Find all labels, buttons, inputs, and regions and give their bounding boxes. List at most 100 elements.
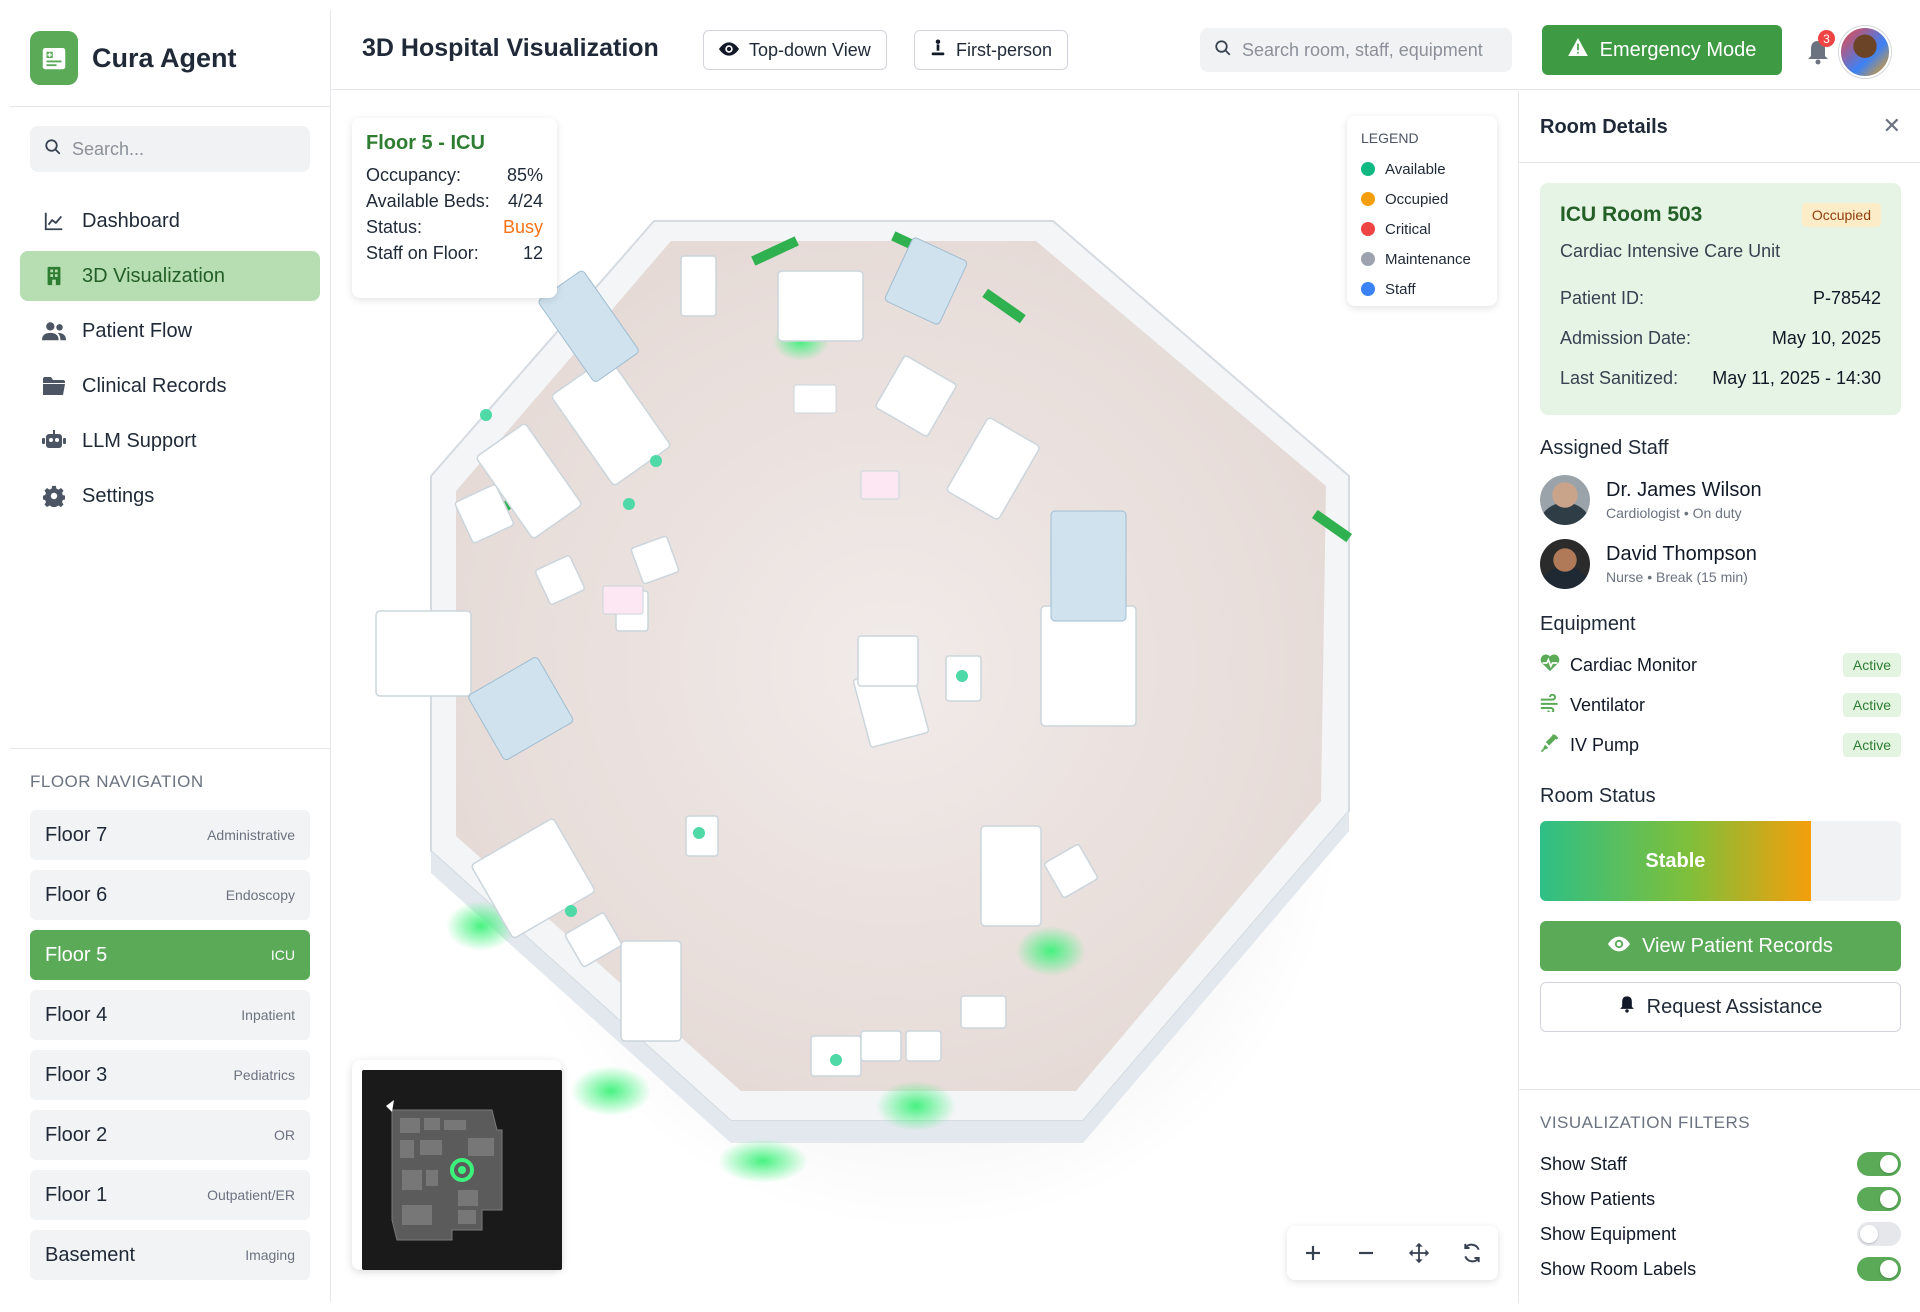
floor-type: OR bbox=[274, 1127, 295, 1143]
equipment-status-badge: Active bbox=[1842, 653, 1901, 677]
hospital-3d-view[interactable]: Floor 5 - ICU Occupancy: 85% Available Be… bbox=[331, 91, 1518, 1303]
show-equipment-toggle[interactable] bbox=[1857, 1222, 1901, 1246]
equipment-name: Cardiac Monitor bbox=[1570, 654, 1698, 675]
minimap[interactable] bbox=[352, 1060, 562, 1270]
nav-item-dashboard[interactable]: Dashboard bbox=[20, 196, 320, 246]
equipment-item[interactable]: Ventilator Active bbox=[1540, 688, 1901, 722]
users-icon bbox=[42, 319, 66, 343]
heart-pulse-icon bbox=[1540, 653, 1560, 677]
robot-icon bbox=[42, 429, 66, 453]
user-avatar[interactable] bbox=[1839, 26, 1891, 78]
admission-date-row: Admission Date: May 10, 2025 bbox=[1560, 318, 1881, 358]
occupancy-row: Occupancy: 85% bbox=[366, 165, 543, 186]
zoom-in-icon[interactable] bbox=[1295, 1235, 1331, 1271]
floor-type: Outpatient/ER bbox=[207, 1187, 295, 1203]
view-patient-records-button[interactable]: View Patient Records bbox=[1540, 921, 1901, 971]
first-person-label: First-person bbox=[956, 39, 1053, 60]
room-status-title: Room Status bbox=[1540, 785, 1656, 807]
nav-label: Clinical Records bbox=[82, 374, 227, 397]
equipment-item[interactable]: Cardiac Monitor Active bbox=[1540, 648, 1901, 682]
visualization-filters-title: VISUALIZATION FILTERS bbox=[1540, 1113, 1751, 1132]
sidebar-search-input[interactable]: Search... bbox=[30, 126, 310, 172]
floor-button-basement[interactable]: Basement Imaging bbox=[30, 1230, 310, 1280]
nav-label: Patient Flow bbox=[82, 319, 193, 342]
floor-button-2[interactable]: Floor 2 OR bbox=[30, 1110, 310, 1160]
eye-icon bbox=[719, 40, 739, 61]
floor-button-6[interactable]: Floor 6 Endoscopy bbox=[30, 870, 310, 920]
global-search-input[interactable]: Search room, staff, equipment bbox=[1200, 28, 1512, 72]
stat-label: Available Beds: bbox=[366, 191, 490, 211]
staff-avatar bbox=[1540, 539, 1590, 589]
show-staff-toggle[interactable] bbox=[1857, 1152, 1901, 1176]
floor-name: Floor 1 bbox=[45, 1183, 108, 1206]
close-icon[interactable]: ✕ bbox=[1883, 113, 1901, 139]
legend-title: LEGEND bbox=[1361, 130, 1419, 146]
nav-item-settings[interactable]: Settings bbox=[20, 471, 320, 521]
floor-button-4[interactable]: Floor 4 Inpatient bbox=[30, 990, 310, 1040]
zoom-controls bbox=[1287, 1226, 1498, 1280]
floor-button-7[interactable]: Floor 7 Administrative bbox=[30, 810, 310, 860]
filter-show-equipment: Show Equipment bbox=[1540, 1219, 1901, 1249]
field-label: Last Sanitized: bbox=[1560, 367, 1679, 388]
stat-value: 4/24 bbox=[507, 191, 543, 211]
staff-item[interactable]: Dr. James Wilson Cardiologist • On duty bbox=[1540, 472, 1901, 528]
stat-label: Occupancy: bbox=[366, 165, 462, 185]
floor-button-1[interactable]: Floor 1 Outpatient/ER bbox=[30, 1170, 310, 1220]
nav-item-3d-visualization[interactable]: 3D Visualization bbox=[20, 251, 320, 301]
room-card: ICU Room 503 Occupied Cardiac Intensive … bbox=[1540, 183, 1901, 415]
search-icon bbox=[44, 138, 62, 161]
minimap-canvas[interactable] bbox=[362, 1070, 562, 1270]
floor-button-5[interactable]: Floor 5 ICU bbox=[30, 930, 310, 980]
emergency-mode-button[interactable]: Emergency Mode bbox=[1542, 25, 1782, 75]
zoom-out-icon[interactable] bbox=[1348, 1235, 1384, 1271]
syringe-icon bbox=[1540, 733, 1560, 758]
filter-label: Show Staff bbox=[1540, 1153, 1627, 1174]
toggle-knob bbox=[1880, 1190, 1898, 1208]
floor-list: Floor 7 Administrative Floor 6 Endoscopy F… bbox=[30, 810, 310, 1290]
legend-item: Maintenance bbox=[1361, 244, 1483, 274]
legend-item: Staff bbox=[1361, 274, 1483, 304]
show-patients-toggle[interactable] bbox=[1857, 1187, 1901, 1211]
nav-item-llm-support[interactable]: LLM Support bbox=[20, 416, 320, 466]
building-icon bbox=[42, 264, 66, 288]
bell-icon bbox=[1619, 995, 1635, 1019]
nav-item-clinical-records[interactable]: Clinical Records bbox=[20, 361, 320, 411]
toggle-knob bbox=[1880, 1260, 1898, 1278]
view-patient-records-label: View Patient Records bbox=[1642, 934, 1833, 957]
room-status-bar: Stable bbox=[1540, 821, 1901, 901]
global-search-placeholder: Search room, staff, equipment bbox=[1242, 39, 1483, 60]
floor-name: Floor 2 bbox=[45, 1123, 108, 1146]
floor-name: Floor 7 bbox=[45, 823, 108, 846]
floor-button-3[interactable]: Floor 3 Pediatrics bbox=[30, 1050, 310, 1100]
field-value: May 11, 2025 - 14:30 bbox=[1712, 367, 1881, 388]
staff-on-floor-row: Staff on Floor: 12 bbox=[366, 243, 543, 264]
floor-name: Floor 4 bbox=[45, 1003, 108, 1026]
reset-view-icon[interactable] bbox=[1454, 1235, 1490, 1271]
maintenance-dot-icon bbox=[1361, 252, 1375, 266]
equipment-item[interactable]: IV Pump Active bbox=[1540, 728, 1901, 762]
top-down-view-button[interactable]: Top-down View bbox=[703, 30, 887, 70]
pan-icon[interactable] bbox=[1401, 1235, 1437, 1271]
toggle-knob bbox=[1860, 1225, 1878, 1243]
minimap-floorplan bbox=[386, 1100, 503, 1241]
notifications-button[interactable]: 3 bbox=[1801, 30, 1835, 70]
available-beds-row: Available Beds: 4/24 bbox=[366, 191, 543, 212]
legend-label: Staff bbox=[1385, 280, 1416, 298]
app-name: Cura Agent bbox=[92, 42, 237, 73]
legend-label: Maintenance bbox=[1385, 250, 1471, 268]
floor-type: Endoscopy bbox=[225, 887, 295, 903]
search-icon bbox=[1214, 39, 1232, 62]
request-assistance-button[interactable]: Request Assistance bbox=[1540, 982, 1901, 1032]
show-room-labels-toggle[interactable] bbox=[1857, 1257, 1901, 1281]
staff-item[interactable]: David Thompson Nurse • Break (15 min) bbox=[1540, 536, 1901, 592]
room-status-badge: Occupied bbox=[1801, 203, 1881, 227]
floor-name: Basement bbox=[45, 1243, 136, 1266]
floor-name: Floor 3 bbox=[45, 1063, 108, 1086]
first-person-button[interactable]: First-person bbox=[914, 30, 1069, 70]
room-details-panel: Room Details ✕ ICU Room 503 Occupied Car… bbox=[1518, 91, 1920, 1303]
brand[interactable]: Cura Agent bbox=[30, 30, 237, 86]
sidebar: Cura Agent Search... Dashboard 3D Visual… bbox=[10, 10, 331, 1302]
nav-item-patient-flow[interactable]: Patient Flow bbox=[20, 306, 320, 356]
wind-icon bbox=[1540, 693, 1560, 717]
floor-info-card: Floor 5 - ICU Occupancy: 85% Available Be… bbox=[352, 118, 557, 298]
